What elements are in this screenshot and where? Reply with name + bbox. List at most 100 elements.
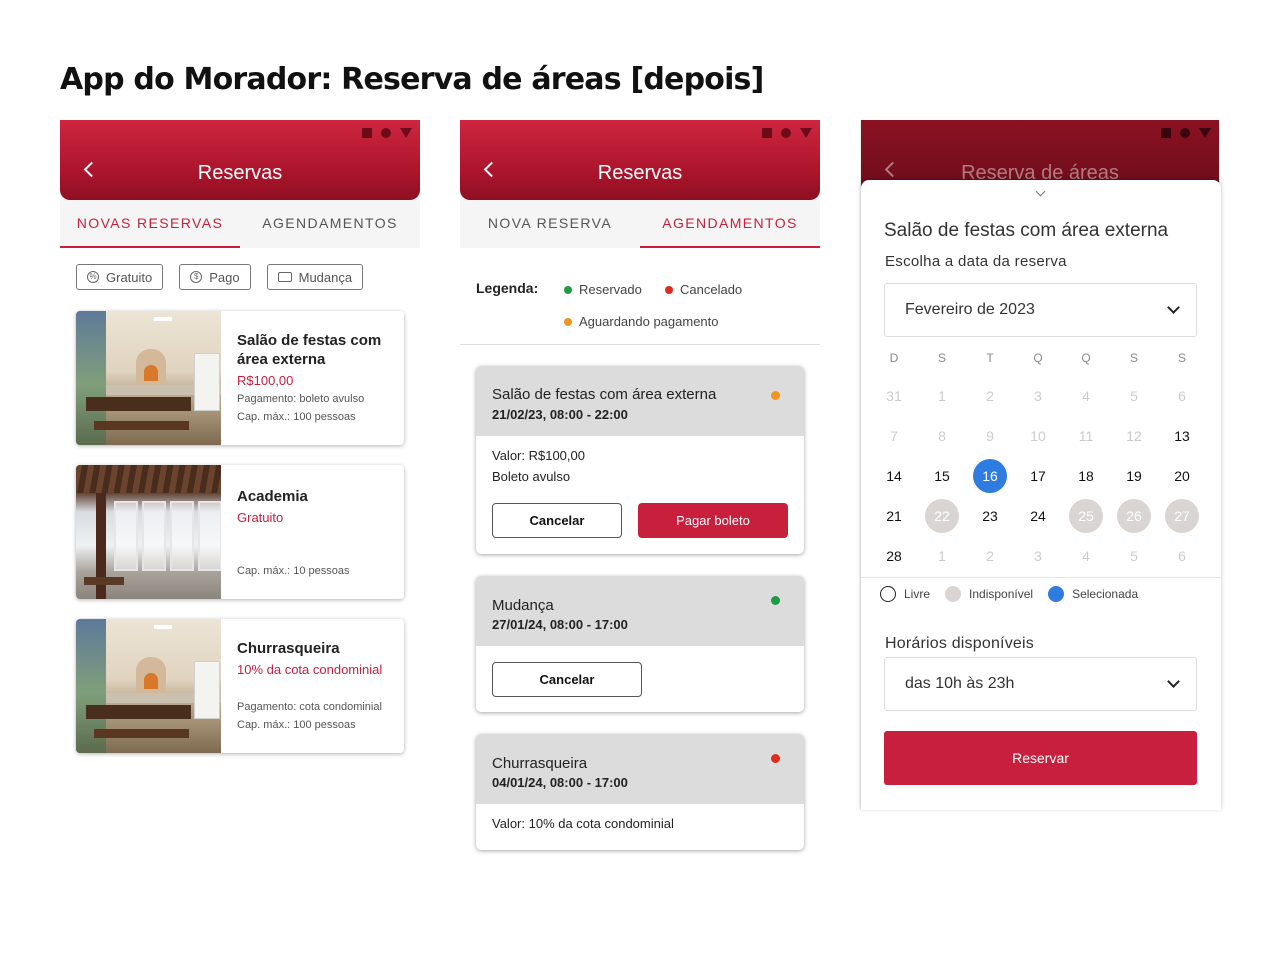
calendar-day: 25 xyxy=(1062,496,1110,536)
legend-text: Cancelado xyxy=(680,282,743,297)
calendar-day: 5 xyxy=(1110,376,1158,416)
calendar: D S T Q Q S S 31 1 2 3 4 5 6 7 8 9 10 11 12 13 14 15 16 17 18 19 20… xyxy=(870,340,1206,576)
square-icon xyxy=(1161,128,1171,138)
area-photo xyxy=(76,465,221,599)
calendar-day[interactable]: 17 xyxy=(1014,456,1062,496)
chip-label: Pago xyxy=(209,269,240,285)
calendar-day-number: 12 xyxy=(1126,428,1142,444)
legend-text: Livre xyxy=(904,587,931,601)
area-capacity: Cap. máx.: 10 pessoas xyxy=(237,565,350,577)
weekday-row: DSTQQSS xyxy=(870,340,1206,376)
hours-value: das 10h às 23h xyxy=(905,675,1015,692)
cancel-button[interactable]: Cancelar xyxy=(492,503,622,538)
legend-text: Selecionada xyxy=(1072,587,1139,601)
calendar-day-number: 26 xyxy=(1117,499,1151,533)
legend-label: Legenda: xyxy=(476,280,539,296)
appbar-title: Reservas xyxy=(597,162,683,184)
tabs: NOVAS RESERVAS AGENDAMENTOS xyxy=(60,200,420,248)
cancel-button[interactable]: Cancelar xyxy=(492,662,642,697)
green-dot-icon xyxy=(564,285,572,294)
status-icons xyxy=(762,128,812,138)
selected-circle-icon xyxy=(1048,586,1065,602)
calendar-day-number: 27 xyxy=(1165,499,1199,533)
area-price: R$100,00 xyxy=(237,373,294,388)
calendar-day[interactable]: 13 xyxy=(1158,416,1206,456)
weekday-label: S xyxy=(1129,351,1138,365)
tab-appointments[interactable]: AGENDAMENTOS xyxy=(240,200,420,248)
calendar-day-number: 1 xyxy=(938,548,946,564)
booking-name: Churrasqueira xyxy=(492,755,588,772)
area-name: Churrasqueira xyxy=(237,640,340,657)
calendar-day: 8 xyxy=(918,416,966,456)
truck-icon xyxy=(277,272,292,282)
calendar-day[interactable]: 28 xyxy=(870,536,918,576)
booking-card-churrasqueira: Churrasqueira 04/01/24, 08:00 - 17:00 Va… xyxy=(476,734,804,850)
month-select[interactable]: Fevereiro de 2023 xyxy=(884,283,1197,337)
calendar-day: 3 xyxy=(1014,536,1062,576)
calendar-day[interactable]: 15 xyxy=(918,456,966,496)
area-card-churrasqueira[interactable]: Churrasqueira 10% da cota condominial Pa… xyxy=(76,619,404,753)
calendar-day[interactable]: 21 xyxy=(870,496,918,536)
calendar-day[interactable]: 23 xyxy=(966,496,1014,536)
calendar-day-number: 8 xyxy=(938,428,946,444)
legend-text: Reservado xyxy=(579,282,642,297)
calendar-day: 5 xyxy=(1110,536,1158,576)
calendar-day[interactable]: 14 xyxy=(870,456,918,496)
divider xyxy=(861,577,1221,578)
calendar-day[interactable]: 16 xyxy=(966,456,1014,496)
area-capacity: Cap. máx.: 100 pessoas xyxy=(237,719,356,731)
calendar-day-number: 3 xyxy=(1034,388,1042,404)
pay-boleto-button[interactable]: Pagar boleto xyxy=(638,503,788,538)
calendar-day-number: 18 xyxy=(1078,468,1094,484)
chip-paid[interactable]: $ Pago xyxy=(179,264,251,290)
chip-free[interactable]: % Gratuito xyxy=(76,264,164,290)
square-icon xyxy=(362,128,372,138)
area-card-salao[interactable]: Salão de festas com área externa R$100,0… xyxy=(76,311,404,445)
calendar-day[interactable]: 18 xyxy=(1062,456,1110,496)
calendar-day-number: 21 xyxy=(886,508,902,524)
calendar-day: 27 xyxy=(1158,496,1206,536)
calendar-day: 1 xyxy=(918,536,966,576)
legend-reserved: Reservado xyxy=(564,282,642,297)
area-card-academia[interactable]: Academia Gratuito Cap. máx.: 10 pessoas xyxy=(76,465,404,599)
booking-header: Mudança 27/01/24, 08:00 - 17:00 xyxy=(476,576,804,646)
booking-value: Valor: R$100,00 xyxy=(492,448,585,463)
chip-moving[interactable]: Mudança xyxy=(266,264,364,290)
weekday-label: Q xyxy=(1033,351,1043,365)
status-icons xyxy=(1161,128,1211,138)
hours-select[interactable]: das 10h às 23h xyxy=(884,657,1197,711)
calendar-day[interactable]: 24 xyxy=(1014,496,1062,536)
legend-unavailable: Indisponível xyxy=(945,586,1033,602)
red-dot-icon xyxy=(665,285,673,294)
booking-header: Salão de festas com área externa 21/02/2… xyxy=(476,366,804,436)
circle-icon xyxy=(1180,128,1190,138)
calendar-day-number: 20 xyxy=(1174,468,1190,484)
calendar-day-number: 5 xyxy=(1130,388,1138,404)
calendar-day: 22 xyxy=(918,496,966,536)
chevron-down-icon[interactable] xyxy=(1035,186,1046,197)
calendar-day: 31 xyxy=(870,376,918,416)
calendar-legend: Livre Indisponível Selecionada xyxy=(880,586,1153,602)
triangle-icon xyxy=(800,128,812,138)
chevron-down-icon xyxy=(1167,301,1180,314)
calendar-day-number: 4 xyxy=(1082,548,1090,564)
area-payment: Pagamento: cota condominial xyxy=(237,701,382,713)
reserve-button[interactable]: Reservar xyxy=(884,731,1197,785)
tab-appointments[interactable]: AGENDAMENTOS xyxy=(640,200,820,248)
calendar-day[interactable]: 19 xyxy=(1110,456,1158,496)
calendar-day-number: 6 xyxy=(1178,548,1186,564)
appbar-title: Reservas xyxy=(197,162,283,184)
weekday-label: D xyxy=(889,351,899,365)
calendar-day: 3 xyxy=(1014,376,1062,416)
calendar-day[interactable]: 20 xyxy=(1158,456,1206,496)
area-price: Gratuito xyxy=(237,510,284,525)
app-bar: Reservas xyxy=(60,120,420,200)
free-circle-icon xyxy=(880,586,896,602)
calendar-day-number: 5 xyxy=(1130,548,1138,564)
legend-cancelled: Cancelado xyxy=(665,282,742,297)
calendar-day-number: 17 xyxy=(1030,468,1046,484)
booking-date: 21/02/23, 08:00 - 22:00 xyxy=(492,407,628,422)
calendar-day-number: 9 xyxy=(986,428,994,444)
tab-new-booking[interactable]: NOVA RESERVA xyxy=(460,200,640,248)
tab-new-bookings[interactable]: NOVAS RESERVAS xyxy=(60,200,240,248)
